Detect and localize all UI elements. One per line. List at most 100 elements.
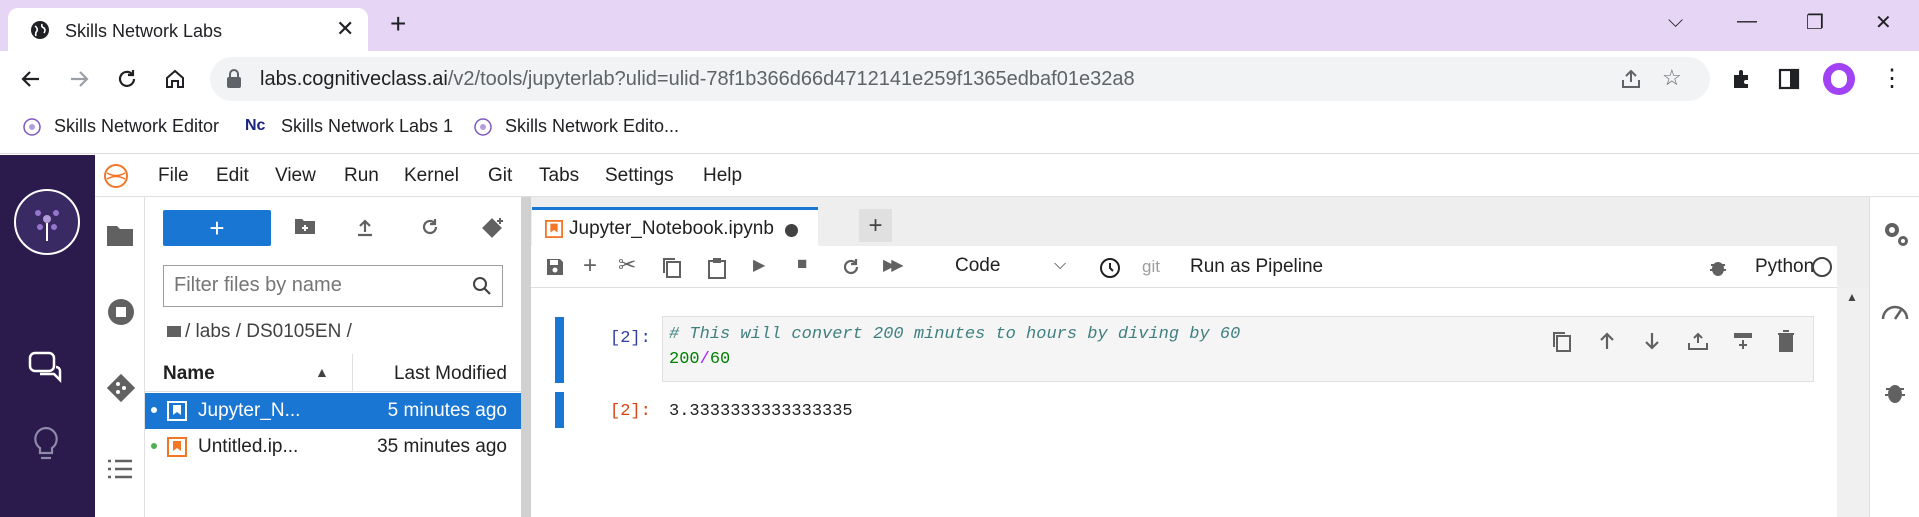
column-last-modified[interactable]: Last Modified <box>394 363 507 385</box>
upload-icon[interactable] <box>355 217 375 237</box>
jupyter-menubar: File Edit View Run Kernel Git Tabs Setti… <box>95 155 1919 197</box>
bookmark-star-icon[interactable]: ☆ <box>1662 65 1682 91</box>
skills-network-icon <box>23 117 41 136</box>
jupyter-logo-icon <box>104 164 128 188</box>
close-tab-icon[interactable]: ✕ <box>336 18 354 40</box>
run-cell-icon[interactable]: ▶ <box>753 255 765 275</box>
new-folder-icon[interactable] <box>294 217 316 235</box>
move-up-icon[interactable] <box>1597 331 1617 351</box>
browser-toolbar: labs.cognitiveclass.ai/v2/tools/jupyterl… <box>0 51 1919 108</box>
cell-output: 3.3333333333333335 <box>669 402 853 421</box>
menu-tabs[interactable]: Tabs <box>539 165 579 187</box>
bookmark-item[interactable]: Nc Skills Network Labs 1 <box>245 116 453 137</box>
code-cell-editor[interactable]: # This will convert 200 minutes to hours… <box>662 316 1814 382</box>
run-as-pipeline-button[interactable]: Run as Pipeline <box>1190 256 1323 278</box>
duplicate-cell-icon[interactable] <box>1552 331 1572 353</box>
more-menu-icon[interactable]: ⋮ <box>1880 64 1904 93</box>
running-indicator <box>151 407 157 413</box>
address-bar[interactable]: labs.cognitiveclass.ai/v2/tools/jupyterl… <box>210 57 1710 101</box>
menu-help[interactable]: Help <box>703 165 742 187</box>
folder-icon[interactable] <box>167 326 181 337</box>
skills-network-logo-icon[interactable] <box>14 189 80 255</box>
running-icon[interactable] <box>107 298 135 326</box>
menu-settings[interactable]: Settings <box>605 165 674 187</box>
menu-edit[interactable]: Edit <box>216 165 249 187</box>
notebook-tab[interactable]: Jupyter_Notebook.ipynb <box>532 207 818 246</box>
debugger-icon[interactable] <box>1884 379 1906 405</box>
notebook-icon <box>545 220 563 238</box>
notebook-toolbar: + ✂ ▶ ■ ▶▶ Code ⌵ git Run as Pipeline Py… <box>531 246 1837 288</box>
copy-icon[interactable] <box>662 257 682 279</box>
home-icon[interactable] <box>161 65 189 93</box>
git-icon[interactable] <box>106 373 136 403</box>
bookmark-item[interactable]: Skills Network Edito... <box>473 116 679 137</box>
output-collapser[interactable] <box>555 392 564 428</box>
input-prompt: [2]: <box>610 329 651 348</box>
cell-type-select[interactable]: Code <box>955 255 1000 277</box>
avatar[interactable] <box>1823 63 1855 95</box>
unsaved-indicator-icon[interactable] <box>785 224 798 237</box>
cut-icon[interactable]: ✂ <box>618 252 636 278</box>
kernel-name[interactable]: Python <box>1755 256 1814 278</box>
debugger-icon[interactable] <box>1709 257 1727 277</box>
panel-splitter[interactable] <box>521 197 531 517</box>
new-launcher-button[interactable]: + <box>163 210 271 246</box>
forward-icon[interactable] <box>65 65 93 93</box>
menu-run[interactable]: Run <box>344 165 379 187</box>
minimize-icon[interactable]: — <box>1737 10 1757 33</box>
browser-tab[interactable]: Skills Network Labs ✕ <box>8 8 368 51</box>
skills-network-sidebar <box>0 155 95 517</box>
column-name[interactable]: Name <box>163 363 215 385</box>
tab-search-icon[interactable]: ⌵ <box>1668 10 1683 33</box>
clock-icon[interactable] <box>1099 257 1121 279</box>
file-row[interactable]: Untitled.ip... 35 minutes ago <box>145 429 521 465</box>
menu-git[interactable]: Git <box>488 165 512 187</box>
window-close-icon[interactable]: ✕ <box>1875 10 1892 35</box>
filter-input[interactable] <box>174 274 464 297</box>
insert-above-icon[interactable] <box>1687 331 1709 351</box>
vertical-scrollbar[interactable]: ▲ <box>1837 288 1869 517</box>
cell-collapser[interactable] <box>555 317 564 383</box>
resource-usage-icon[interactable] <box>1880 297 1910 323</box>
delete-cell-icon[interactable] <box>1777 330 1795 352</box>
git-label[interactable]: git <box>1142 257 1160 277</box>
browser-tab-title: Skills Network Labs <box>65 21 223 41</box>
menu-kernel[interactable]: Kernel <box>404 165 459 187</box>
extensions-icon[interactable] <box>1730 67 1754 91</box>
bookmark-item[interactable]: Skills Network Editor <box>22 116 219 137</box>
share-icon[interactable] <box>1620 68 1642 90</box>
add-tab-icon[interactable]: + <box>859 209 892 242</box>
chat-icon[interactable] <box>27 350 65 386</box>
right-activity-bar <box>1869 197 1919 517</box>
property-inspector-icon[interactable] <box>1881 219 1911 249</box>
restart-run-all-icon[interactable]: ▶▶ <box>883 255 904 275</box>
side-panel-icon[interactable] <box>1778 68 1800 90</box>
bookmarks-bar: Skills Network Editor Nc Skills Network … <box>0 108 1919 154</box>
running-indicator <box>151 443 157 449</box>
folder-icon[interactable] <box>106 223 134 247</box>
reload-icon[interactable] <box>113 65 141 93</box>
breadcrumb: / labs / DS0105EN / <box>167 321 352 343</box>
filter-files-field[interactable] <box>163 265 503 307</box>
new-tab-icon[interactable]: + <box>390 10 406 38</box>
file-list-header: Name ▲ Last Modified <box>145 354 521 392</box>
lightbulb-icon[interactable] <box>30 425 62 465</box>
chevron-down-icon[interactable]: ⌵ <box>1054 256 1066 274</box>
paste-icon[interactable] <box>707 257 727 279</box>
save-icon[interactable] <box>545 257 565 277</box>
table-of-contents-icon[interactable] <box>107 459 133 479</box>
menu-view[interactable]: View <box>275 165 316 187</box>
restore-icon[interactable]: ❐ <box>1806 10 1824 35</box>
interrupt-kernel-icon[interactable]: ■ <box>797 254 807 274</box>
git-clone-icon[interactable] <box>481 217 505 239</box>
scroll-up-icon[interactable]: ▲ <box>1846 290 1858 304</box>
refresh-icon[interactable] <box>420 217 440 237</box>
back-icon[interactable] <box>17 65 45 93</box>
insert-below-icon[interactable] <box>1732 331 1754 351</box>
move-down-icon[interactable] <box>1642 331 1662 351</box>
file-row[interactable]: Jupyter_N... 5 minutes ago <box>145 393 521 429</box>
restart-kernel-icon[interactable] <box>841 257 861 277</box>
menu-file[interactable]: File <box>158 165 189 187</box>
insert-cell-icon[interactable]: + <box>583 252 597 280</box>
notebook-icon <box>167 437 187 457</box>
